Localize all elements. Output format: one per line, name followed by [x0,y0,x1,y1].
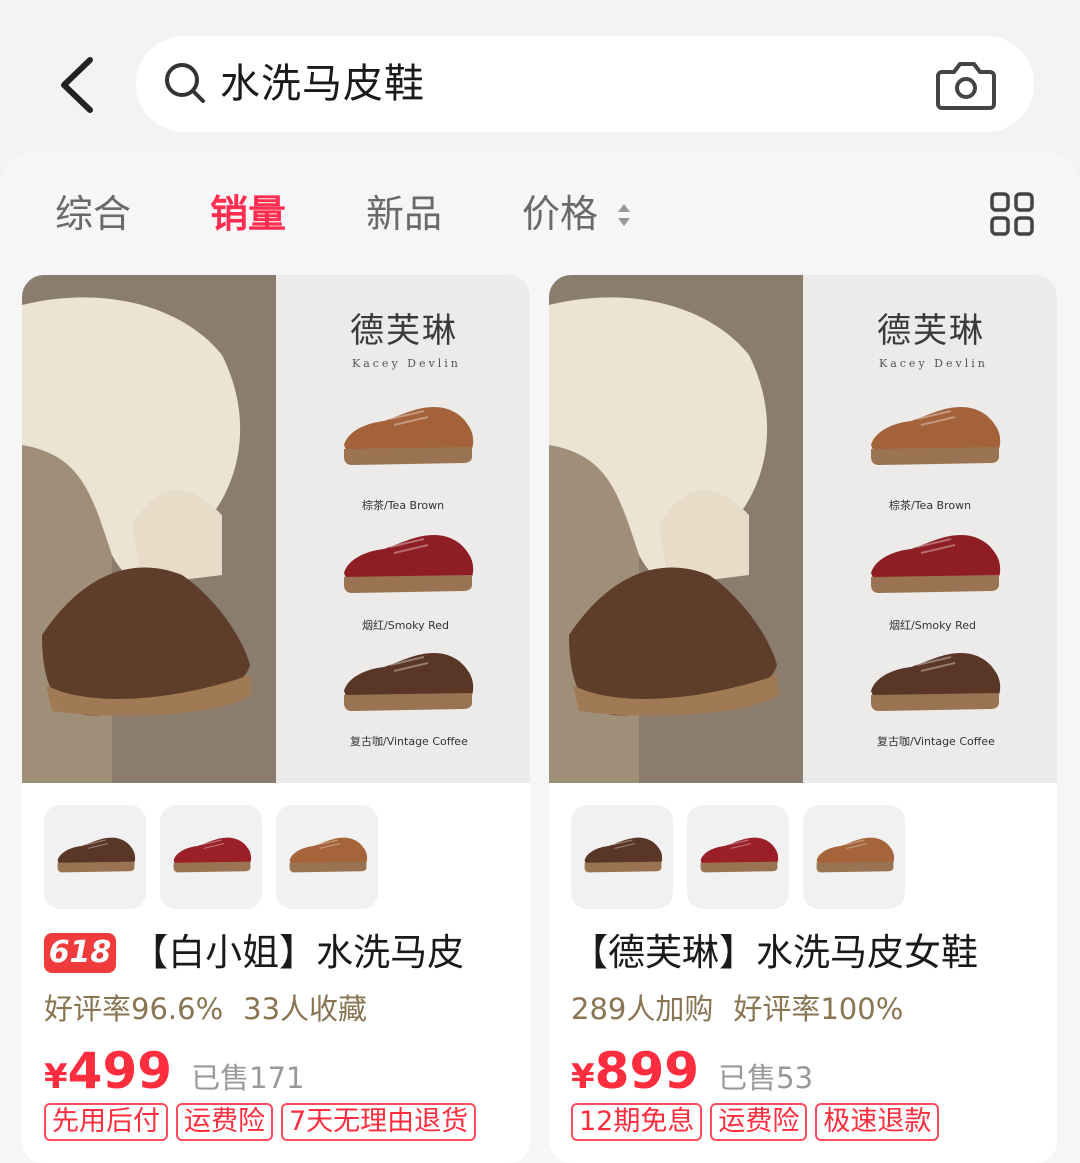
chevron-left-icon[interactable] [50,50,110,120]
favorites-text: 33人收藏 [243,992,368,1026]
service-tag: 运费险 [176,1103,273,1141]
price: ¥499 [44,1041,172,1101]
tab-comprehensive[interactable]: 综合 [55,186,131,242]
shoe-icon [581,833,665,877]
service-tag: 12期免息 [571,1103,703,1141]
product-title[interactable]: 【白小姐】水洗马皮 [131,925,464,981]
tab-sales[interactable]: 销量 [210,186,286,242]
thumbnail-coffee[interactable] [571,805,673,909]
thumbnail-brown[interactable] [276,805,378,909]
shoe-icon [697,833,781,877]
rating-text: 好评率100% [733,992,904,1026]
sort-bar: 综合 销量 新品 价格 [0,152,1080,272]
price-value: 499 [67,1042,173,1100]
colorway-shoe-icon [338,401,478,471]
hero-brand-cn: 德芙琳 [350,311,458,351]
colorway-label: 棕茶/Tea Brown [889,499,972,512]
sold-count: 已售53 [718,1061,814,1095]
service-tags: 先用后付 运费险 7天无理由退货 [44,1103,484,1143]
rating-text: 好评率96.6% [44,992,224,1026]
currency-symbol: ¥ [44,1057,68,1097]
sold-count: 已售171 [191,1061,305,1095]
thumbnail-red[interactable] [687,805,789,909]
price: ¥899 [571,1041,699,1101]
service-tag: 极速退款 [815,1103,940,1141]
tab-new[interactable]: 新品 [366,186,442,242]
product-meta: 289人加购 好评率100% [571,989,903,1029]
colorway-shoe-icon [865,647,1005,717]
sort-arrows-icon[interactable] [614,200,634,230]
colorway-label: 棕茶/Tea Brown [362,499,445,512]
shoe-icon [813,833,897,877]
product-card[interactable]: 德芙琳 Kacey Devlin 棕茶/Tea Brown 烟红/Smoky R… [549,275,1057,1163]
hero-brand-en: Kacey Devlin [352,357,461,370]
colorway-shoe-icon [865,529,1005,599]
currency-symbol: ¥ [571,1057,595,1097]
product-meta: 好评率96.6% 33人收藏 [44,989,367,1029]
search-icon [165,63,205,103]
search-bar[interactable]: 水洗马皮鞋 [136,36,1034,132]
service-tag: 运费险 [710,1103,808,1141]
add-to-cart-count: 289人加购 [571,992,714,1026]
product-card[interactable]: 德芙琳 Kacey Devlin 棕茶/Tea Brown 烟红/Smoky R… [22,275,530,1163]
colorway-shoe-icon [865,401,1005,471]
colorway-label: 复古咖/Vintage Coffee [350,735,468,748]
colorway-label: 烟红/Smoky Red [889,619,977,632]
thumbnail-brown[interactable] [803,805,905,909]
service-tags: 12期免息 运费险 极速退款 [571,1103,947,1143]
thumbnail-coffee[interactable] [44,805,146,909]
price-value: 899 [594,1042,700,1100]
promo-badge-618: 618 [44,933,116,973]
colorway-label: 烟红/Smoky Red [362,619,450,632]
price-row: ¥899 已售53 [571,1041,813,1101]
product-title[interactable]: 【德芙琳】水洗马皮女鞋 [571,925,978,981]
shoe-icon [170,833,254,877]
camera-icon[interactable] [936,56,996,112]
tab-price[interactable]: 价格 [522,186,598,242]
service-tag: 先用后付 [44,1103,168,1141]
hero-brand-cn: 德芙琳 [877,311,985,351]
service-tag: 7天无理由退货 [281,1103,477,1141]
shoe-icon [286,833,370,877]
top-bar: 水洗马皮鞋 [0,0,1080,150]
price-row: ¥499 已售171 [44,1041,305,1101]
hero-brand-en: Kacey Devlin [879,357,988,370]
product-title-row: 618 【白小姐】水洗马皮 [44,925,524,981]
grid-view-icon[interactable] [988,190,1036,238]
colorway-label: 复古咖/Vintage Coffee [877,735,995,748]
search-query[interactable]: 水洗马皮鞋 [220,58,425,110]
colorway-shoe-icon [338,647,478,717]
colorway-shoe-icon [338,529,478,599]
shoe-icon [54,833,138,877]
product-title-row: 【德芙琳】水洗马皮女鞋 [571,925,1051,981]
thumbnail-red[interactable] [160,805,262,909]
